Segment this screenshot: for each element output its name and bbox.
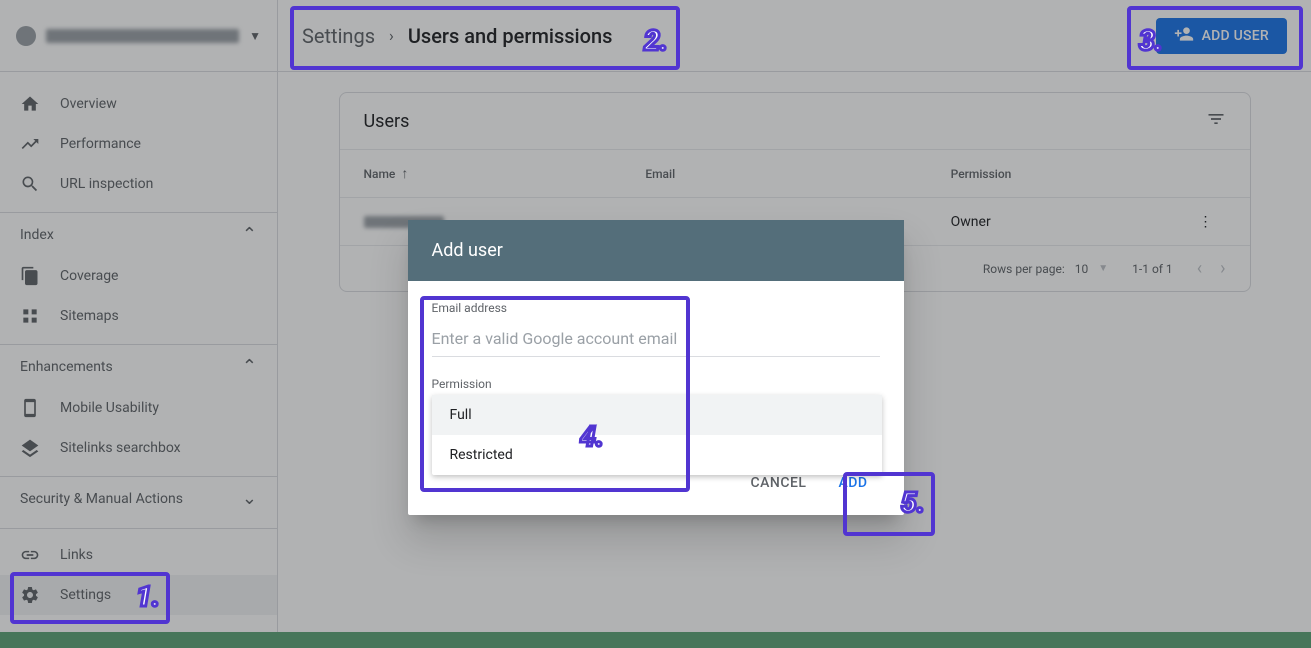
modal-overlay: Add user Email address Permission Full R… bbox=[0, 0, 1311, 632]
permission-option-full[interactable]: Full bbox=[432, 395, 882, 435]
add-user-dialog: Add user Email address Permission Full R… bbox=[408, 220, 904, 515]
permission-label: Permission bbox=[432, 377, 880, 391]
dialog-title: Add user bbox=[408, 220, 904, 281]
decorative-bar bbox=[0, 632, 1311, 648]
email-input[interactable] bbox=[432, 321, 880, 357]
permission-option-restricted[interactable]: Restricted bbox=[432, 435, 882, 475]
permission-dropdown: Full Restricted bbox=[432, 395, 882, 475]
email-label: Email address bbox=[432, 301, 880, 315]
